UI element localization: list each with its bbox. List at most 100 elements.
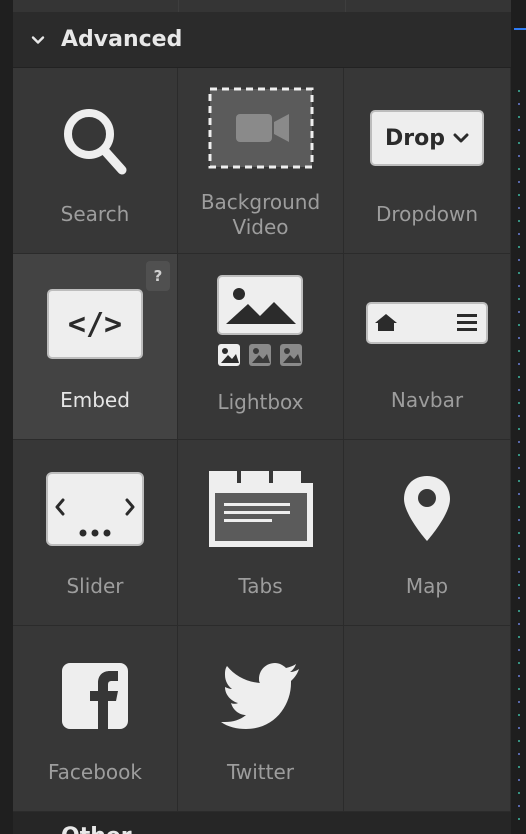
guide-dot [518,181,520,183]
guide-dot [518,480,520,482]
guide-dot [518,311,520,313]
guide-dot [518,194,520,196]
guide-dot [518,454,520,456]
guide-dot [518,168,520,170]
guide-dot [518,779,520,781]
element-label: Search [60,202,130,226]
element-search[interactable]: Search [13,68,178,254]
element-label: Background Video [178,190,343,240]
guide-dot [518,519,520,521]
guide-dot [518,428,520,430]
guide-dot [518,155,520,157]
element-background-video[interactable]: Background Video [178,68,344,254]
elements-grid: Search Background Video Drop Dropdown ? … [13,68,511,812]
guide-dot [518,272,520,274]
previous-cell [179,0,346,12]
guide-dot [518,753,520,755]
guide-dot [518,662,520,664]
element-label: Tabs [238,574,283,598]
guide-dot [518,350,520,352]
previous-cell [13,0,180,12]
guide-dot [518,324,520,326]
element-label: Embed [60,388,130,412]
empty-cell [344,626,511,812]
guide-dot [518,337,520,339]
guide-dot [518,597,520,599]
guide-dot [518,103,520,105]
guide-dot [518,545,520,547]
canvas-edge [511,0,526,834]
guide-dot [518,259,520,261]
lightbox-icon [178,262,343,382]
element-tabs[interactable]: Tabs [178,440,344,626]
element-facebook[interactable]: Facebook [13,626,178,812]
guide-dot [518,766,520,768]
guide-dot [518,389,520,391]
guide-dot [518,363,520,365]
element-label: Dropdown [375,202,479,226]
element-embed[interactable]: ? </> Embed [13,254,178,440]
section-header-other[interactable]: Other [13,812,511,834]
element-dropdown[interactable]: Drop Dropdown [344,68,511,254]
guide-dot [518,688,520,690]
guide-dot [518,818,520,820]
guide-dot [518,298,520,300]
guide-dot [518,402,520,404]
dropdown-icon: Drop [344,80,510,196]
section-header-advanced[interactable]: Advanced [13,12,511,68]
element-twitter[interactable]: Twitter [178,626,344,812]
guide-dot [518,571,520,573]
guide-dot [518,714,520,716]
element-label: Slider [66,574,124,598]
element-navbar[interactable]: Navbar [344,254,511,440]
element-label: Map [405,574,449,598]
facebook-icon [13,640,177,752]
guide-dot [518,376,520,378]
section-title: Advanced [61,27,183,52]
search-icon [13,82,177,200]
guide-dot [518,649,520,651]
guide-dot [518,142,520,144]
guide-dot [518,441,520,443]
twitter-icon [178,640,343,752]
element-label: Twitter [226,760,295,784]
tabs-icon [178,450,343,568]
element-slider[interactable]: Slider [13,440,178,626]
element-label: Lightbox [217,390,304,414]
guide-dot [518,701,520,703]
guide-dot [518,558,520,560]
guide-dot [518,506,520,508]
guide-dot [518,285,520,287]
guide-dot [518,727,520,729]
guide-dot [518,584,520,586]
embed-icon-text: </> [67,306,123,342]
dropdown-icon-text: Drop [385,125,445,151]
guide-dot [518,246,520,248]
guide-dot [518,805,520,807]
guide-dot [518,493,520,495]
element-lightbox[interactable]: Lightbox [178,254,344,440]
element-label: Facebook [48,760,142,784]
slider-icon [13,450,177,568]
element-label: Navbar [390,388,464,412]
guide-dot [518,610,520,612]
element-map[interactable]: Map [344,440,511,626]
guide-dot [518,116,520,118]
guide-dot [518,220,520,222]
chevron-down-icon [453,133,469,143]
chevron-down-icon [31,35,45,44]
previous-cell [345,0,511,12]
guide-dot [518,675,520,677]
embed-code-icon: </> [13,264,177,384]
guide-dot [518,415,520,417]
left-panel-edge [0,0,13,834]
guide-dot [518,532,520,534]
section-title: Other [61,824,132,834]
guide-dot [518,467,520,469]
guide-dot [518,90,520,92]
guide-dot [518,792,520,794]
guide-dot [518,129,520,131]
label-line: Video [232,215,289,239]
label-line: Background [200,190,321,214]
guide-dot [518,233,520,235]
